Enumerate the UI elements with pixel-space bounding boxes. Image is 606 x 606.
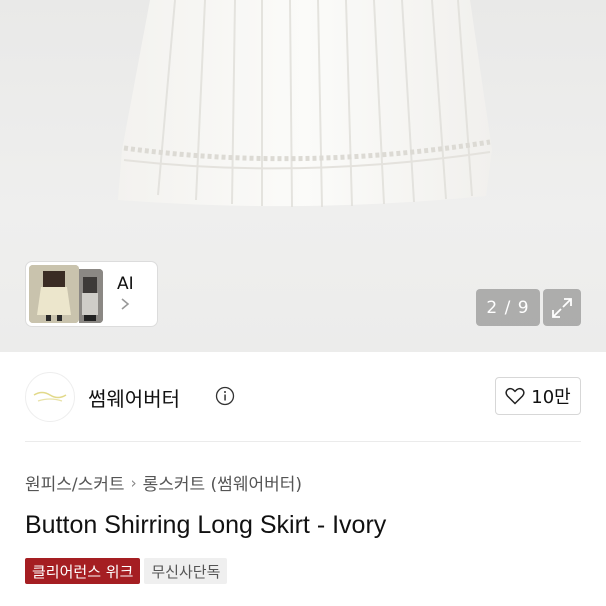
- product-image-gallery[interactable]: AI 2 / 9: [0, 0, 606, 352]
- ai-label: AI: [117, 273, 134, 294]
- exclusive-badge: 무신사단독: [144, 558, 228, 584]
- chevron-right-icon: [120, 297, 130, 315]
- info-icon[interactable]: [215, 386, 235, 410]
- breadcrumb-item-subcategory[interactable]: 롱스커트 (썸웨어버터): [143, 470, 302, 495]
- brand-name[interactable]: 썸웨어버터: [88, 383, 180, 412]
- expand-button[interactable]: [543, 289, 581, 326]
- ai-thumbnails: [29, 265, 103, 323]
- like-count: 10만: [531, 387, 571, 408]
- clearance-badge: 클리어런스 위크: [25, 558, 141, 584]
- heart-icon: [505, 387, 525, 405]
- breadcrumb-item-category[interactable]: 원피스/스커트: [25, 470, 125, 495]
- brand-row: 썸웨어버터 10만: [25, 370, 581, 422]
- image-pager: 2 / 9: [476, 289, 540, 326]
- ai-thumbnail-2: [79, 269, 103, 323]
- divider: [25, 441, 581, 442]
- ai-thumbnail-1: [29, 265, 79, 323]
- chevron-right-icon: ›: [130, 473, 137, 492]
- ai-styling-card[interactable]: AI: [25, 261, 158, 327]
- like-button[interactable]: 10만: [495, 377, 581, 415]
- breadcrumb: 원피스/스커트 › 롱스커트 (썸웨어버터): [25, 470, 302, 496]
- expand-icon: [552, 297, 572, 318]
- brand-logo[interactable]: [25, 372, 75, 422]
- product-badges: 클리어런스 위크 무신사단독: [25, 558, 228, 584]
- product-title: Button Shirring Long Skirt - Ivory: [25, 511, 387, 539]
